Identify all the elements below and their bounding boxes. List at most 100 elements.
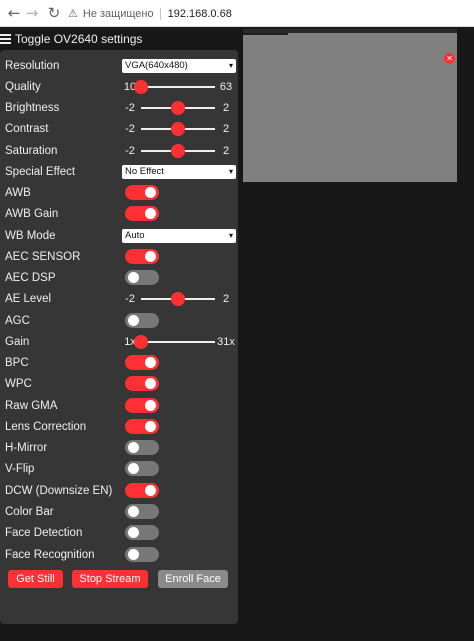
stream-frame-strip <box>243 33 288 35</box>
toggle-knob <box>128 549 139 560</box>
raw-gma-toggle[interactable] <box>125 398 159 413</box>
slider-track <box>141 85 215 88</box>
awb-gain-toggle[interactable] <box>125 206 159 221</box>
lens-correction-toggle[interactable] <box>125 419 159 434</box>
saturation-slider[interactable]: -2 2 <box>121 143 235 158</box>
browser-toolbar: ← → ↻ ⚠ Не защищено 192.168.0.68 <box>0 0 474 27</box>
gain-slider[interactable]: 1x 31x <box>121 334 235 349</box>
url-text[interactable]: 192.168.0.68 <box>168 8 232 20</box>
resolution-row: Resolution VGA(640x480) ▾ <box>5 55 236 76</box>
agc-toggle[interactable] <box>125 313 159 328</box>
contrast-row: Contrast -2 2 <box>5 118 233 139</box>
awb-gain-label: AWB Gain <box>5 207 59 220</box>
gain-row: Gain 1x 31x <box>5 331 235 352</box>
slider-thumb[interactable] <box>171 121 185 136</box>
chevron-down-icon: ▾ <box>228 60 233 70</box>
lens-correction-label: Lens Correction <box>5 420 87 433</box>
toggle-knob <box>128 506 139 517</box>
chevron-down-icon: ▾ <box>228 166 233 176</box>
vflip-label: V-Flip <box>5 462 35 475</box>
saturation-label: Saturation <box>5 144 58 157</box>
chevron-down-icon: ▾ <box>228 230 233 240</box>
toggle-knob <box>145 378 156 389</box>
dcw-label: DCW (Downsize EN) <box>5 484 113 497</box>
aec-dsp-toggle[interactable] <box>125 270 159 285</box>
vflip-toggle[interactable] <box>125 461 159 476</box>
toggle-knob <box>145 357 156 368</box>
slider-max: 31x <box>217 335 235 348</box>
aec-sensor-toggle[interactable] <box>125 249 159 264</box>
face-detection-toggle[interactable] <box>125 525 159 540</box>
bpc-label: BPC <box>5 356 29 369</box>
close-icon[interactable]: ✕ <box>444 53 455 64</box>
toggle-knob <box>128 442 139 453</box>
toggle-knob <box>145 485 156 496</box>
back-icon[interactable]: ← <box>6 5 22 21</box>
colorbar-toggle[interactable] <box>125 504 159 519</box>
slider-max: 2 <box>222 144 230 157</box>
slider-max: 63 <box>219 80 233 93</box>
slider-min: -2 <box>125 122 135 135</box>
toggle-knob <box>145 251 156 262</box>
colorbar-row: Color Bar <box>5 501 233 522</box>
wpc-toggle[interactable] <box>125 376 159 391</box>
aec-sensor-label: AEC SENSOR <box>5 250 81 263</box>
slider-thumb[interactable] <box>171 291 185 306</box>
aec-dsp-row: AEC DSP <box>5 267 233 288</box>
agc-row: AGC <box>5 310 233 331</box>
awb-row: AWB <box>5 182 233 203</box>
special-effect-row: Special Effect No Effect ▾ <box>5 161 236 182</box>
settings-toggle[interactable]: Toggle OV2640 settings <box>0 31 142 47</box>
contrast-label: Contrast <box>5 122 49 135</box>
slider-min: -2 <box>125 101 135 114</box>
face-recognition-toggle[interactable] <box>125 547 159 562</box>
warning-icon[interactable]: ⚠ <box>68 7 78 20</box>
saturation-row: Saturation -2 2 <box>5 140 233 161</box>
stop-stream-button[interactable]: Stop Stream <box>72 570 148 588</box>
address-separator <box>159 7 161 20</box>
raw-gma-row: Raw GMA <box>5 395 233 416</box>
face-detection-row: Face Detection <box>5 522 233 543</box>
agc-label: AGC <box>5 314 30 327</box>
toggle-knob <box>145 400 156 411</box>
resolution-select[interactable]: VGA(640x480) ▾ <box>122 58 236 73</box>
toggle-knob <box>145 208 156 219</box>
ae-level-slider[interactable]: -2 2 <box>121 291 235 306</box>
wpc-label: WPC <box>5 377 32 390</box>
lens-correction-row: Lens Correction <box>5 416 233 437</box>
awb-gain-row: AWB Gain <box>5 203 233 224</box>
address-bar[interactable]: ⚠ Не защищено 192.168.0.68 <box>68 4 232 23</box>
ae-level-label: AE Level <box>5 292 52 305</box>
settings-toggle-label[interactable]: Toggle OV2640 settings <box>15 32 142 46</box>
wpc-row: WPC <box>5 373 233 394</box>
awb-label: AWB <box>5 186 31 199</box>
toggle-knob <box>128 463 139 474</box>
vflip-row: V-Flip <box>5 458 233 479</box>
contrast-slider[interactable]: -2 2 <box>121 121 235 136</box>
ae-level-row: AE Level -2 2 <box>5 288 233 309</box>
enroll-face-button[interactable]: Enroll Face <box>158 570 228 588</box>
slider-thumb[interactable] <box>134 79 148 94</box>
special-effect-select[interactable]: No Effect ▾ <box>122 164 236 179</box>
forward-icon[interactable]: → <box>24 5 40 21</box>
special-effect-label: Special Effect <box>5 165 76 178</box>
dcw-row: DCW (Downsize EN) <box>5 480 233 501</box>
slider-thumb[interactable] <box>171 100 185 115</box>
get-still-button[interactable]: Get Still <box>8 570 63 588</box>
menu-icon[interactable] <box>0 34 11 44</box>
face-recognition-label: Face Recognition <box>5 548 95 561</box>
wb-mode-select[interactable]: Auto ▾ <box>122 228 236 243</box>
dcw-toggle[interactable] <box>125 483 159 498</box>
brightness-slider[interactable]: -2 2 <box>121 100 235 115</box>
toggle-knob <box>128 315 139 326</box>
stream-view <box>243 29 457 182</box>
reload-icon[interactable]: ↻ <box>46 5 62 21</box>
security-label[interactable]: Не защищено <box>83 8 154 20</box>
slider-thumb[interactable] <box>171 143 185 158</box>
hmirror-toggle[interactable] <box>125 440 159 455</box>
quality-slider[interactable]: 10 63 <box>121 79 235 94</box>
bpc-toggle[interactable] <box>125 355 159 370</box>
awb-toggle[interactable] <box>125 185 159 200</box>
slider-thumb[interactable] <box>134 334 148 349</box>
raw-gma-label: Raw GMA <box>5 399 58 412</box>
